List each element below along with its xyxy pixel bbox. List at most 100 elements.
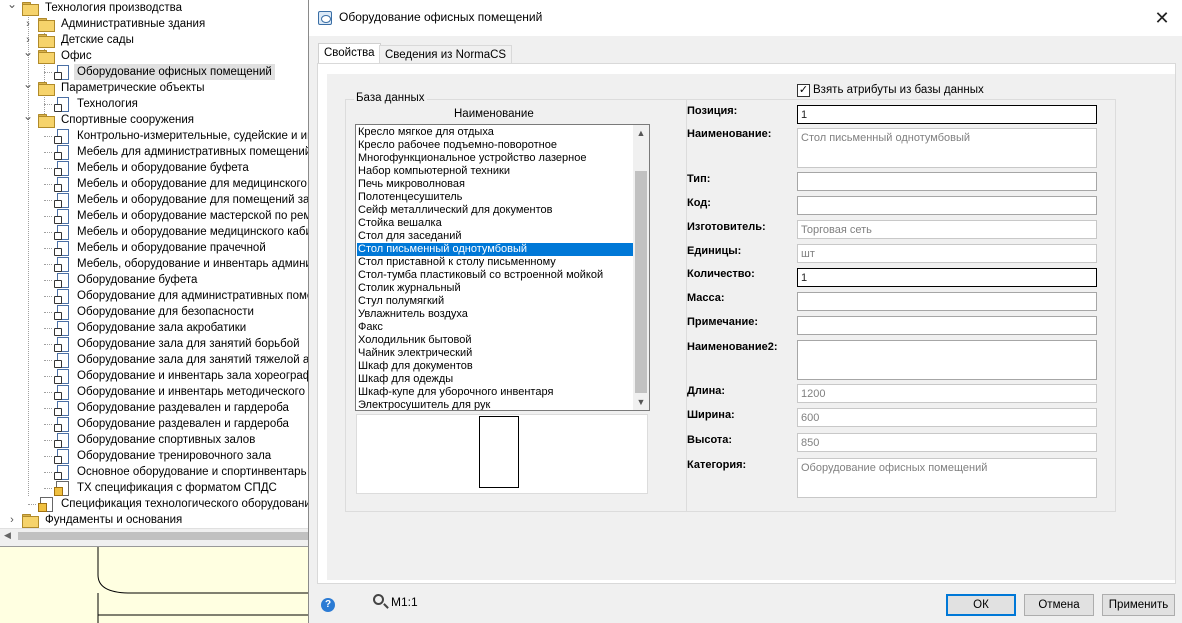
dialog-titlebar[interactable]: Оборудование офисных помещений ✕ [309,0,1182,36]
document-icon [54,129,71,144]
tree-item-label: Оборудование раздевален и гардероба [77,418,289,430]
field-label: Наименование2: [687,341,778,353]
document-icon [54,145,71,160]
document-icon [54,225,71,240]
field-label: Ширина: [687,409,735,421]
cancel-button[interactable]: Отмена [1024,594,1094,616]
list-item[interactable]: Полотенцесушитель [357,191,633,204]
field-label: Высота: [687,434,733,446]
take-attributes-label: Взять атрибуты из базы данных [813,84,984,96]
field-label: Изготовитель: [687,221,766,233]
field-label: Единицы: [687,245,742,257]
list-item[interactable]: Столик журнальный [357,282,633,295]
apply-button[interactable]: Применить [1102,594,1175,616]
tree-connector-line [44,216,52,217]
tree-connector-line [44,264,52,265]
list-item[interactable]: Электросушитель для рук [357,399,633,410]
tree-item-label: Оборудование буфета [77,274,198,286]
list-item[interactable]: Набор компьютерной техники [357,165,633,178]
list-item[interactable]: Стол для заседаний [357,230,633,243]
list-item[interactable]: Кресло рабочее подъемно-поворотное [357,139,633,152]
list-item[interactable]: Многофункциональное устройство лазерное [357,152,633,165]
document-icon [54,337,71,352]
list-item[interactable]: Факс [357,321,633,334]
list-item[interactable]: Стул полумягкий [357,295,633,308]
attribute-input[interactable]: 600 [797,408,1097,427]
folder-icon [38,34,55,48]
scroll-left-arrow-icon[interactable]: ◀ [4,530,11,541]
tree-connector-line [44,440,52,441]
field-label: Наименование: [687,128,772,140]
scrollbar-thumb[interactable] [18,532,308,540]
attribute-input[interactable] [797,172,1097,191]
close-icon[interactable]: ✕ [1151,7,1173,29]
list-item[interactable]: Печь микроволновая [357,178,633,191]
attribute-input[interactable]: 850 [797,433,1097,452]
attribute-input[interactable]: Стол письменный однотумбовый [797,128,1097,168]
checkbox-check-icon[interactable]: ✓ [797,84,810,97]
tab-normacs[interactable]: Сведения из NormaCS [379,45,513,64]
tab-properties-label: Свойства [324,47,375,59]
field-label: Категория: [687,459,747,471]
attribute-input[interactable] [797,316,1097,335]
dialog-title: Оборудование офисных помещений [339,10,543,24]
attribute-input[interactable] [797,196,1097,215]
expand-chevron-icon[interactable]: ⌄ [7,0,17,12]
tree-connector-line [44,184,52,185]
tree-connector-line [44,328,52,329]
scrollbar-thumb[interactable] [635,171,647,393]
document-icon [54,417,71,432]
tree-item-label: Спортивные сооружения [61,114,194,126]
list-item[interactable]: Стол-тумба пластиковый со встроенной мой… [357,269,633,282]
list-item[interactable]: Шкаф для документов [357,360,633,373]
attribute-input[interactable]: Оборудование офисных помещений [797,458,1097,498]
list-item[interactable]: Шкаф-купе для уборочного инвентаря [357,386,633,399]
folder-icon [22,2,39,16]
list-item[interactable]: Кресло мягкое для отдыха [357,126,633,139]
help-icon[interactable]: ? [321,598,335,612]
document-icon [54,97,71,112]
attribute-input[interactable]: 1 [797,268,1097,287]
field-label: Длина: [687,385,726,397]
equipment-properties-dialog: Оборудование офисных помещений ✕ Свойств… [308,0,1182,623]
list-header: Наименование [454,108,534,120]
tree-item-label: Детские сады [61,34,134,46]
ok-button[interactable]: ОК [946,594,1016,616]
attribute-input[interactable]: Торговая сеть [797,220,1097,239]
scroll-up-arrow-icon[interactable]: ▲ [633,125,649,141]
document-icon [54,209,71,224]
collapse-chevron-icon[interactable]: › [23,16,33,32]
tab-properties[interactable]: Свойства [318,43,381,64]
drawing-canvas[interactable] [0,546,310,623]
list-item[interactable]: Чайник электрический [357,347,633,360]
tree-connector-line [44,424,52,425]
tree-item-label: Мебель, оборудование и инвентарь админис [77,258,310,270]
list-item[interactable]: Стол письменный однотумбовый [357,243,633,256]
field-label: Масса: [687,292,725,304]
tree-horizontal-scrollbar[interactable]: ◀ [0,528,310,542]
object-preview [356,414,648,494]
scroll-down-arrow-icon[interactable]: ▼ [633,394,649,410]
list-item[interactable]: Увлажнитель воздуха [357,308,633,321]
collapse-chevron-icon[interactable]: › [7,512,17,528]
tree-item-label: Оборудование офисных помещений [74,64,275,80]
equipment-listbox[interactable]: ▲ ▼ Кресло мягкое для отдыха Кресло рабоч… [355,124,650,411]
list-item[interactable]: Шкаф для одежды [357,373,633,386]
list-item[interactable]: Холодильник бытовой [357,334,633,347]
list-item[interactable]: Стол приставной к столу письменному [357,256,633,269]
attribute-input[interactable] [797,292,1097,311]
attribute-input[interactable]: 1200 [797,384,1097,403]
spec-document-icon [54,481,71,496]
tree-item-label: Мебель и оборудование для медицинского к [77,178,310,190]
project-tree[interactable]: ⌄ Технология производства › Административны… [0,0,310,528]
list-item[interactable]: Стойка вешалка [357,217,633,230]
attribute-input[interactable]: шт [797,244,1097,263]
attribute-input[interactable]: 1 [797,105,1097,124]
attribute-input[interactable] [797,340,1097,380]
tree-item-label: Технология производства [45,2,182,14]
list-vertical-scrollbar[interactable]: ▲ ▼ [633,125,649,410]
list-item[interactable]: Сейф металлический для документов [357,204,633,217]
expand-chevron-icon[interactable]: ⌄ [23,76,33,92]
expand-chevron-icon[interactable]: ⌄ [23,108,33,124]
expand-chevron-icon[interactable]: ⌄ [23,44,33,60]
